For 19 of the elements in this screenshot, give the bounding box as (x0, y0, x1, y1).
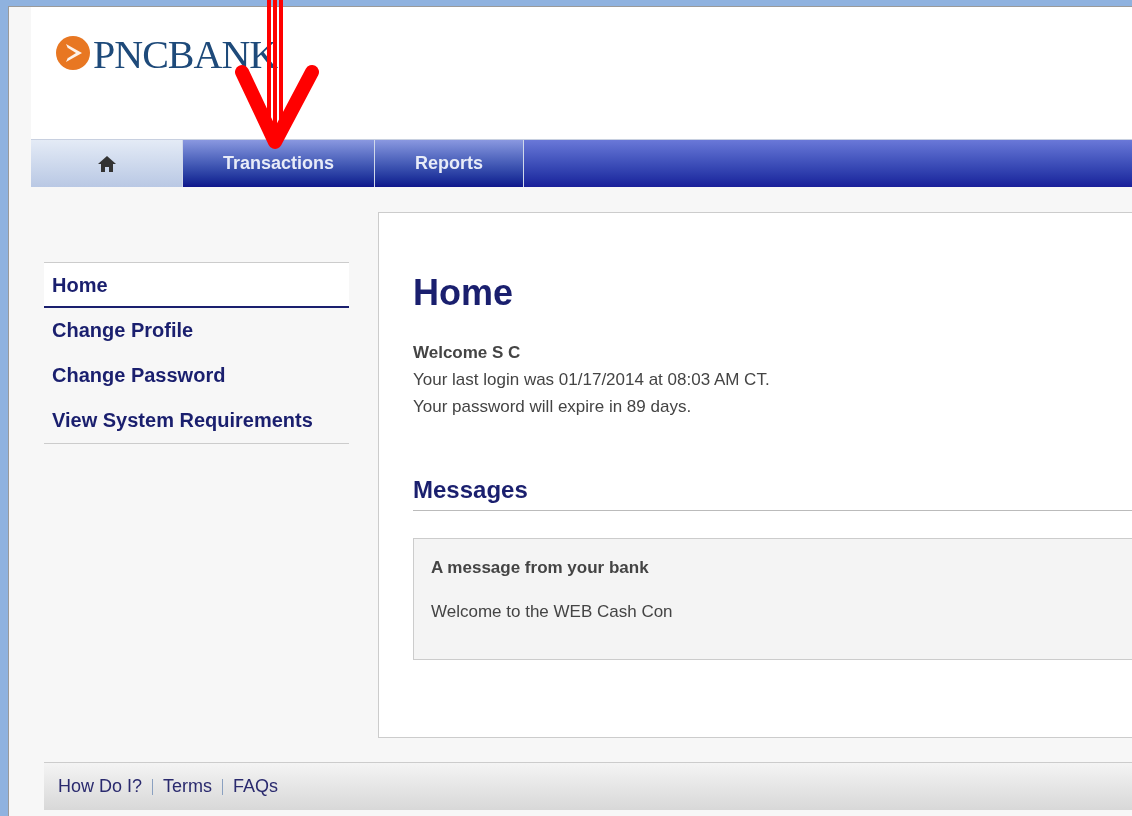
nav-tab[interactable]: Transactions (183, 140, 376, 188)
messages-heading: Messages (413, 472, 1132, 512)
footer-link[interactable]: Terms (163, 773, 213, 801)
nav-tab[interactable]: Reports (375, 140, 525, 188)
sidebar-item[interactable]: Home (44, 263, 349, 309)
footer-link[interactable]: How Do I? (58, 773, 143, 801)
message-title: A message from your bank (431, 557, 650, 580)
sidebar-item[interactable]: Change Profile (44, 308, 349, 354)
sidebar-item[interactable]: Change Password (44, 353, 349, 399)
logo-icon (55, 35, 91, 71)
welcome-text: Welcome S C (413, 342, 522, 365)
login-info-text: Your last login was 01/17/2014 at 08:03 AM CT. (413, 369, 771, 392)
sidebar-item[interactable]: View System Requirements (44, 398, 349, 444)
login-info-text: Your password will expire in 89 days. (413, 396, 693, 419)
home-tab[interactable] (31, 140, 183, 188)
footer-link[interactable]: FAQs (233, 773, 279, 801)
message-body: Welcome to the WEB Cash Con (431, 600, 674, 623)
page-title: Home (413, 271, 515, 316)
home-icon (96, 154, 117, 173)
